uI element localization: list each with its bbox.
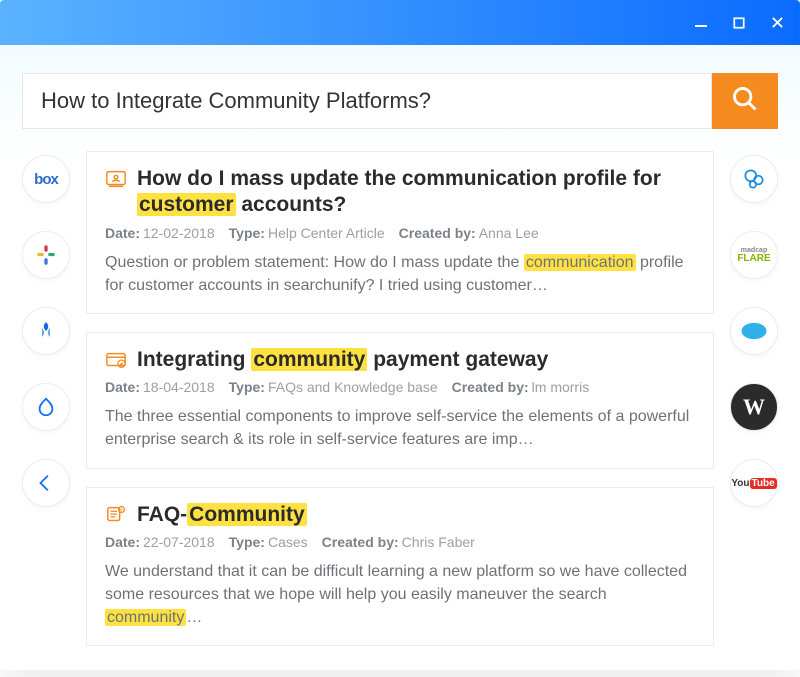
faq-icon: ? bbox=[105, 504, 127, 526]
result-card[interactable]: Integrating community payment gateway Da… bbox=[86, 332, 714, 469]
source-generic-icon[interactable] bbox=[22, 459, 70, 507]
minimize-button[interactable] bbox=[692, 14, 710, 32]
result-title: How do I mass update the communication p… bbox=[137, 166, 695, 219]
content-area: box bbox=[0, 45, 800, 670]
left-source-rail: box bbox=[22, 151, 72, 646]
person-card-icon bbox=[105, 168, 127, 190]
result-snippet: We understand that it can be difficult l… bbox=[105, 560, 695, 630]
result-card[interactable]: How do I mass update the communication p… bbox=[86, 151, 714, 314]
result-title: FAQ-Community bbox=[137, 502, 695, 528]
source-flare-icon[interactable]: madcapFLARE bbox=[730, 231, 778, 279]
body-row: box bbox=[22, 151, 778, 646]
result-snippet: The three essential components to improv… bbox=[105, 405, 695, 451]
app-window: box bbox=[0, 0, 800, 670]
titlebar bbox=[0, 0, 800, 45]
source-youtube-icon[interactable]: YouTube bbox=[730, 459, 778, 507]
search-bar bbox=[22, 73, 778, 129]
search-input[interactable] bbox=[22, 73, 712, 129]
source-sharepoint-icon[interactable] bbox=[730, 155, 778, 203]
card-check-icon bbox=[105, 349, 127, 371]
result-card[interactable]: ? FAQ-Community Date:22-07-2018 Type:Cas… bbox=[86, 487, 714, 647]
source-box-icon[interactable]: box bbox=[22, 155, 70, 203]
source-jira-icon[interactable] bbox=[22, 307, 70, 355]
svg-text:?: ? bbox=[120, 507, 123, 512]
search-icon bbox=[731, 85, 759, 118]
close-button[interactable] bbox=[768, 14, 786, 32]
result-meta: Date:12-02-2018 Type:Help Center Article… bbox=[105, 225, 695, 241]
result-meta: Date:22-07-2018 Type:Cases Created by:Ch… bbox=[105, 534, 695, 550]
result-meta: Date:18-04-2018 Type:FAQs and Knowledge … bbox=[105, 379, 695, 395]
result-title: Integrating community payment gateway bbox=[137, 347, 695, 373]
search-button[interactable] bbox=[712, 73, 778, 129]
maximize-button[interactable] bbox=[730, 14, 748, 32]
source-drupal-icon[interactable] bbox=[22, 383, 70, 431]
source-wordpress-icon[interactable]: W bbox=[730, 383, 778, 431]
right-source-rail: madcapFLARE W YouTube bbox=[728, 151, 778, 646]
source-slack-icon[interactable] bbox=[22, 231, 70, 279]
results-list: How do I mass update the communication p… bbox=[86, 151, 714, 646]
source-salesforce-icon[interactable] bbox=[730, 307, 778, 355]
result-snippet: Question or problem statement: How do I … bbox=[105, 251, 695, 297]
